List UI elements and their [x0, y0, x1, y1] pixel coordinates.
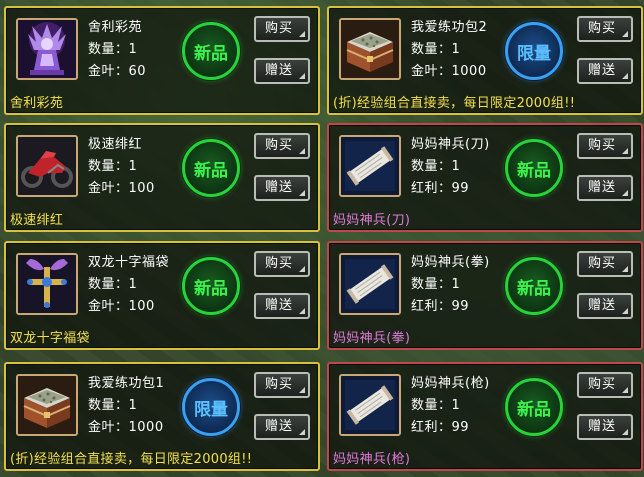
- item-name: 我爱练功包2: [411, 20, 488, 35]
- item-card-mama-shenbing-quan: 妈妈神兵(拳) 数量：1 红利：99 妈妈神兵(拳) 新品 购买 赠送: [327, 241, 643, 350]
- item-name: 我爱练功包1: [88, 376, 165, 391]
- dragon-cross-icon[interactable]: [16, 253, 78, 315]
- treasure-chest-icon[interactable]: [339, 18, 401, 80]
- item-quantity: 数量：1: [411, 398, 461, 413]
- item-card-mama-shenbing-qiang: 妈妈神兵(枪) 数量：1 红利：99 妈妈神兵(枪) 新品 购买 赠送: [327, 362, 643, 471]
- new-badge: 新品: [505, 257, 563, 315]
- item-card-mama-shenbing-dao: 妈妈神兵(刀) 数量：1 红利：99 妈妈神兵(刀) 新品 购买 赠送: [327, 123, 643, 232]
- item-price: 红利：99: [411, 299, 470, 314]
- item-price: 红利：99: [411, 181, 470, 196]
- buy-button[interactable]: 购买: [254, 372, 310, 398]
- new-badge: 新品: [182, 257, 240, 315]
- item-name: 双龙十字福袋: [88, 255, 170, 270]
- buy-button[interactable]: 购买: [254, 16, 310, 42]
- item-price: 金叶：1000: [411, 64, 487, 79]
- item-price: 金叶：100: [88, 181, 155, 196]
- item-price: 金叶：1000: [88, 420, 164, 435]
- scroll-icon[interactable]: [339, 135, 401, 197]
- buy-button[interactable]: 购买: [577, 251, 633, 277]
- item-name: 极速绯红: [88, 137, 143, 152]
- new-badge: 新品: [505, 378, 563, 436]
- buy-button[interactable]: 购买: [577, 133, 633, 159]
- treasure-chest-icon[interactable]: [16, 374, 78, 436]
- item-footer-label: 妈妈神兵(拳): [333, 331, 411, 346]
- buy-button[interactable]: 购买: [577, 16, 633, 42]
- item-quantity: 数量：1: [88, 398, 138, 413]
- item-footer-label: 极速绯红: [10, 213, 64, 228]
- item-footer-label: (折)经验组合直接卖，每日限定2000组!!: [10, 452, 253, 467]
- item-quantity: 数量：1: [411, 277, 461, 292]
- item-name: 舍利彩苑: [88, 20, 143, 35]
- buy-button[interactable]: 购买: [254, 251, 310, 277]
- gift-button[interactable]: 赠送: [254, 175, 310, 201]
- item-name: 妈妈神兵(刀): [411, 137, 490, 152]
- item-price: 金叶：60: [88, 64, 147, 79]
- item-quantity: 数量：1: [411, 159, 461, 174]
- item-card-training-pack-2: 我爱练功包2 数量：1 金叶：1000 (折)经验组合直接卖，每日限定2000组…: [327, 6, 643, 115]
- scroll-icon[interactable]: [339, 253, 401, 315]
- gift-button[interactable]: 赠送: [577, 175, 633, 201]
- scroll-icon[interactable]: [339, 374, 401, 436]
- item-quantity: 数量：1: [88, 159, 138, 174]
- item-card-double-dragon-cross: 双龙十字福袋 数量：1 金叶：100 双龙十字福袋 新品 购买 赠送: [4, 241, 320, 350]
- buy-button[interactable]: 购买: [254, 133, 310, 159]
- new-badge: 新品: [505, 139, 563, 197]
- red-motorcycle-icon[interactable]: [16, 135, 78, 197]
- item-quantity: 数量：1: [88, 277, 138, 292]
- item-card-jisu-feihong: 极速绯红 数量：1 金叶：100 极速绯红 新品 购买 赠送: [4, 123, 320, 232]
- new-badge: 新品: [182, 22, 240, 80]
- limited-badge: 限量: [182, 378, 240, 436]
- gift-button[interactable]: 赠送: [254, 293, 310, 319]
- gift-button[interactable]: 赠送: [254, 414, 310, 440]
- gift-button[interactable]: 赠送: [577, 58, 633, 84]
- item-footer-label: 舍利彩苑: [10, 96, 64, 111]
- item-name: 妈妈神兵(枪): [411, 376, 490, 391]
- item-quantity: 数量：1: [411, 42, 461, 57]
- item-card-sheli-caiyuan: 舍利彩苑 数量：1 金叶：60 舍利彩苑 新品 购买 赠送: [4, 6, 320, 115]
- item-price: 红利：99: [411, 420, 470, 435]
- item-footer-label: 妈妈神兵(枪): [333, 452, 411, 467]
- new-badge: 新品: [182, 139, 240, 197]
- item-footer-label: 双龙十字福袋: [10, 331, 90, 346]
- item-quantity: 数量：1: [88, 42, 138, 57]
- gift-button[interactable]: 赠送: [577, 414, 633, 440]
- gift-button[interactable]: 赠送: [254, 58, 310, 84]
- buy-button[interactable]: 购买: [577, 372, 633, 398]
- item-price: 金叶：100: [88, 299, 155, 314]
- item-footer-label: 妈妈神兵(刀): [333, 213, 411, 228]
- gift-button[interactable]: 赠送: [577, 293, 633, 319]
- limited-badge: 限量: [505, 22, 563, 80]
- purple-statue-icon[interactable]: [16, 18, 78, 80]
- item-footer-label: (折)经验组合直接卖，每日限定2000组!!: [333, 96, 576, 111]
- item-card-training-pack-1: 我爱练功包1 数量：1 金叶：1000 (折)经验组合直接卖，每日限定2000组…: [4, 362, 320, 471]
- item-name: 妈妈神兵(拳): [411, 255, 490, 270]
